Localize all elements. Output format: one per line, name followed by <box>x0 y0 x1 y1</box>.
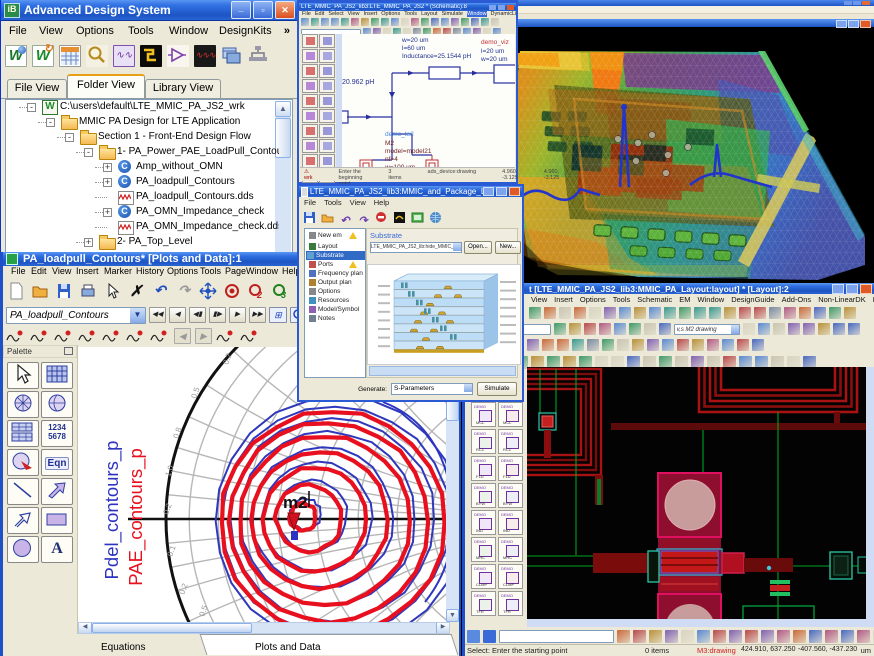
svg-text:m2: m2 <box>283 493 308 512</box>
svg-text:0.8: 0.8 <box>171 426 183 440</box>
svg-text:0.2: 0.2 <box>161 502 173 516</box>
svg-text:0.2: 0.2 <box>177 582 189 596</box>
svg-text:2: 2 <box>256 290 262 300</box>
svg-text:0.5: 0.5 <box>197 604 209 618</box>
svg-text:3: 3 <box>281 290 286 300</box>
svg-text:1.0: 1.0 <box>163 464 175 478</box>
